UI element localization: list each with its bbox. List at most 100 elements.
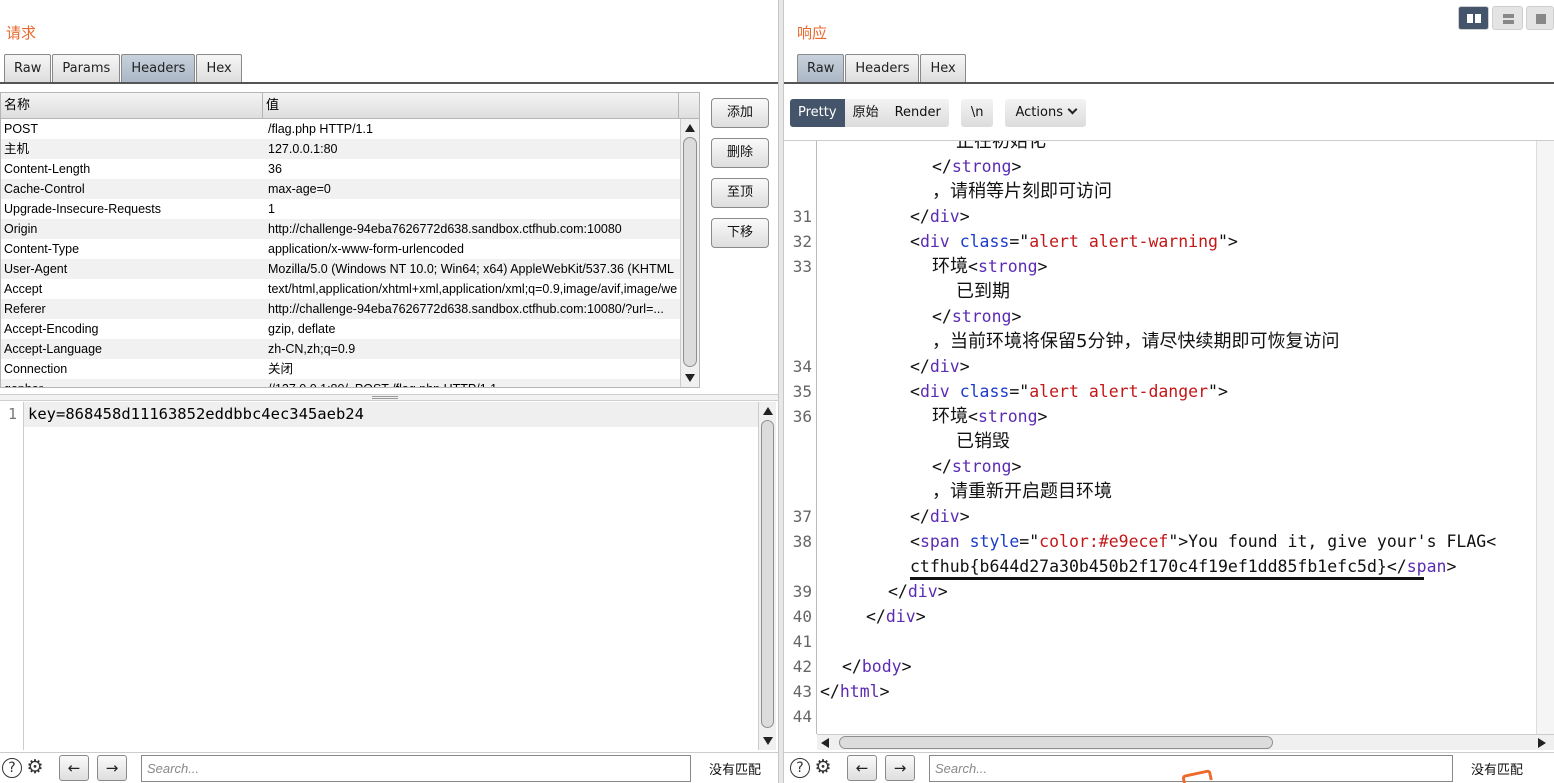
response-code-editor[interactable]: 31 32 33 34 35 36 37 38 39 40 41 42 43 4… xyxy=(784,140,1554,734)
tabs-layout-icon[interactable] xyxy=(1526,6,1554,30)
scroll-right-icon[interactable] xyxy=(1538,738,1546,748)
code-line: </div> xyxy=(866,607,926,626)
previous-match-button[interactable]: ← xyxy=(847,755,877,781)
render-button[interactable]: Render xyxy=(887,99,949,127)
tab-raw[interactable]: Raw xyxy=(797,54,845,83)
help-icon[interactable]: ? xyxy=(2,758,22,778)
newline-group: \n xyxy=(960,99,994,127)
code-line: <span style="color:#e9ecef">You found it… xyxy=(910,532,1497,551)
column-name[interactable]: 名称 xyxy=(1,93,263,118)
scroll-up-icon[interactable] xyxy=(763,407,773,415)
request-title: 请求 xyxy=(6,24,37,42)
table-row[interactable]: Cache-Control max-age=0 xyxy=(1,179,699,199)
code-line: </div> xyxy=(910,207,970,226)
request-body-editor[interactable]: 1 key=868458d11163852eddbbc4ec345aeb24 xyxy=(0,402,778,750)
actions-group: Actions xyxy=(1005,99,1086,127)
code-line: </div> xyxy=(888,582,948,601)
move-top-button[interactable]: 至顶 xyxy=(711,178,769,208)
line-gutter: 1 xyxy=(0,402,24,750)
view-mode-group: Pretty 原始 Render xyxy=(790,99,949,127)
actions-button[interactable]: Actions xyxy=(1005,99,1086,127)
code-line: </div> xyxy=(910,507,970,526)
scroll-thumb[interactable] xyxy=(683,137,697,367)
code-line: </div> xyxy=(910,357,970,376)
response-pane: 响应 Raw Headers Hex Pretty 原始 Render \n A… xyxy=(784,0,1554,783)
response-title: 响应 xyxy=(797,24,828,42)
scroll-up-icon[interactable] xyxy=(685,124,695,132)
header-name: Accept-Language xyxy=(4,342,102,356)
code-line: </strong> xyxy=(932,157,1022,176)
table-row[interactable]: Upgrade-Insecure-Requests 1 xyxy=(1,199,699,219)
tab-params[interactable]: Params xyxy=(52,54,121,83)
scroll-thumb[interactable] xyxy=(839,736,1273,749)
stacked-layout-icon[interactable] xyxy=(1492,6,1523,30)
add-button[interactable]: 添加 xyxy=(711,98,769,128)
table-row[interactable]: Connection 关闭 xyxy=(1,359,699,379)
response-vertical-scrollbar[interactable] xyxy=(1536,141,1554,734)
tab-headers[interactable]: Headers xyxy=(845,54,920,83)
table-row[interactable]: gopher//127.0.0.1:80/_POST /flag.php HTT… xyxy=(1,379,699,387)
scroll-down-icon[interactable] xyxy=(685,374,695,382)
header-value: 36 xyxy=(268,162,282,176)
splitter-grip-icon[interactable] xyxy=(372,396,398,399)
gear-icon[interactable]: ⚙ xyxy=(25,758,45,778)
headers-table-body: POST/flag.php HTTP/1.1 主机 127.0.0.1:80 Co… xyxy=(1,119,699,387)
raw-view-button[interactable]: 原始 xyxy=(845,99,887,127)
request-pane: 请求 Raw Params Headers Hex 名称 值 POST/flag… xyxy=(0,0,778,783)
table-row[interactable]: Origin http://challenge-94eba7626772d638.… xyxy=(1,219,699,239)
header-value: //127.0.0.1:80/_POST /flag.php HTTP/1.1 xyxy=(265,379,677,387)
table-row[interactable]: Content-Type application/x-www-form-urlen… xyxy=(1,239,699,259)
header-value: 127.0.0.1:80 xyxy=(268,142,338,156)
headers-table: 名称 值 POST/flag.php HTTP/1.1 主机 127.0.0.1:… xyxy=(0,92,700,388)
table-row[interactable]: 主机 127.0.0.1:80 xyxy=(1,139,699,159)
header-name: User-Agent xyxy=(4,262,68,276)
response-tabbar: Raw Headers Hex xyxy=(797,54,967,83)
code-line: </html> xyxy=(820,682,890,701)
help-icon[interactable]: ? xyxy=(790,758,810,778)
headers-scrollbar[interactable] xyxy=(680,119,699,387)
move-down-button[interactable]: 下移 xyxy=(711,218,769,248)
code-line: 环境<strong> xyxy=(932,256,1048,277)
scroll-down-icon[interactable] xyxy=(763,737,773,745)
code-line: </strong> xyxy=(932,457,1022,476)
chevron-down-icon xyxy=(1067,104,1078,115)
previous-match-button[interactable]: ← xyxy=(59,755,89,781)
response-toolbar: Pretty 原始 Render \n Actions xyxy=(790,99,1098,127)
scroll-left-icon[interactable] xyxy=(821,738,829,748)
tab-hex[interactable]: Hex xyxy=(196,54,242,83)
table-row[interactable]: Referer http://challenge-94eba7626772d638… xyxy=(1,299,699,319)
search-input[interactable]: Search... xyxy=(141,754,691,782)
tab-hex[interactable]: Hex xyxy=(920,54,966,83)
match-status: 没有匹配 xyxy=(709,762,762,778)
header-value: text/html,application/xhtml+xml,applicat… xyxy=(268,282,677,296)
response-search-bar: ? ⚙ ← → Search... 没有匹配 xyxy=(784,752,1554,783)
table-row[interactable]: User-Agent Mozilla/5.0 (Windows NT 10.0; … xyxy=(1,259,699,279)
response-horizontal-scrollbar[interactable] xyxy=(817,734,1554,750)
next-match-button[interactable]: → xyxy=(885,755,915,781)
header-name: POST xyxy=(4,122,39,136)
code-line: ，请稍等片刻即可访问 xyxy=(932,181,1112,202)
gear-icon[interactable]: ⚙ xyxy=(813,758,833,778)
remove-button[interactable]: 删除 xyxy=(711,138,769,168)
table-row[interactable]: Accept-Language zh-CN,zh;q=0.9 xyxy=(1,339,699,359)
code-line: 环境<strong> xyxy=(932,406,1048,427)
table-row[interactable]: POST/flag.php HTTP/1.1 xyxy=(1,119,699,139)
request-body-text[interactable]: key=868458d11163852eddbbc4ec345aeb24 xyxy=(24,402,758,427)
table-row[interactable]: Accept text/html,application/xhtml+xml,ap… xyxy=(1,279,699,299)
header-name: Accept-Encoding xyxy=(4,322,99,336)
column-value[interactable]: 值 xyxy=(263,93,679,118)
header-value: 关闭 xyxy=(268,362,294,376)
header-name: Connection xyxy=(4,362,68,376)
table-row[interactable]: Accept-Encoding gzip, deflate xyxy=(1,319,699,339)
header-name: Referer xyxy=(4,302,46,316)
newline-toggle-button[interactable]: \n xyxy=(961,99,994,127)
table-row[interactable]: Content-Length 36 xyxy=(1,159,699,179)
next-match-button[interactable]: → xyxy=(97,755,127,781)
pane-splitter[interactable] xyxy=(0,394,778,401)
side-by-side-layout-icon[interactable] xyxy=(1458,6,1489,30)
scroll-thumb[interactable] xyxy=(761,420,774,728)
tab-headers[interactable]: Headers xyxy=(121,54,196,83)
tab-raw[interactable]: Raw xyxy=(4,54,52,83)
body-scrollbar[interactable] xyxy=(758,402,776,750)
pretty-button[interactable]: Pretty xyxy=(790,99,845,127)
